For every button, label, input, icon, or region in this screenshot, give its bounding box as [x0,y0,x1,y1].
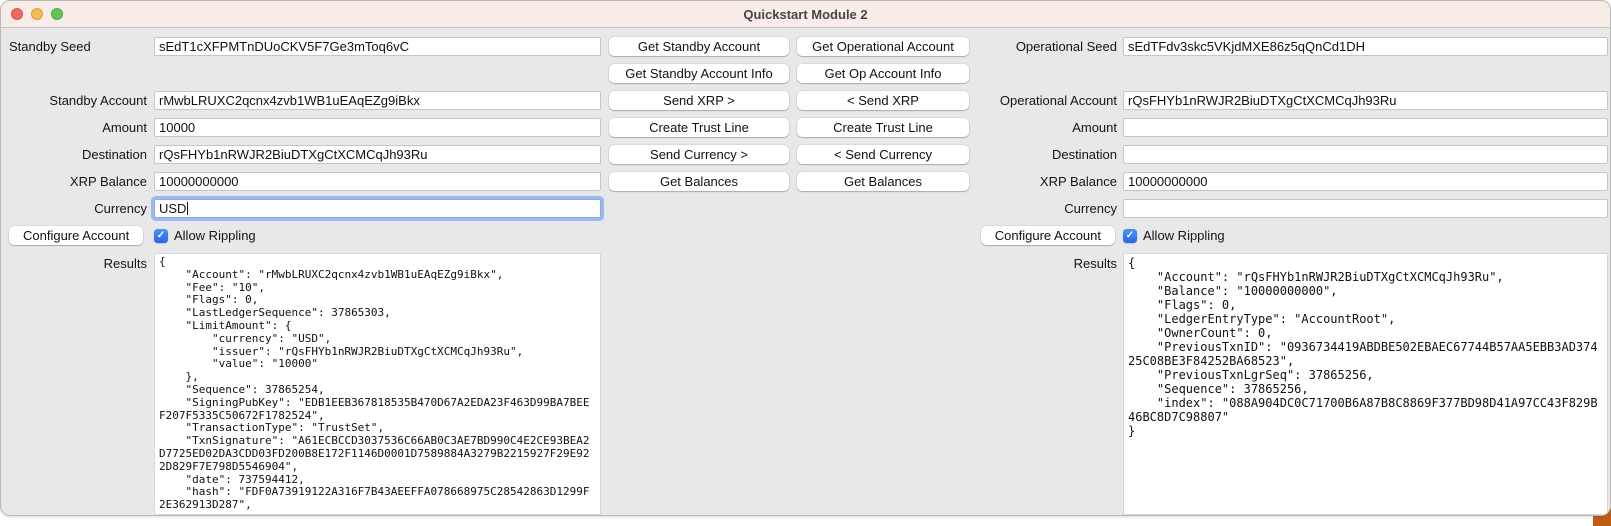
close-icon[interactable] [11,8,23,20]
standby-amount-label: Amount [7,118,147,137]
row-results: Results { "Account": "rMwbLRUXC2qcnx4zvb… [1,253,1610,515]
standby-amount-input[interactable] [154,118,601,137]
standby-results-label: Results [7,253,147,273]
operational-currency-input[interactable] [1123,199,1608,218]
standby-account-input[interactable] [154,91,601,110]
row-xrp-balance: XRP Balance Get Balances Get Balances XR… [1,172,1610,191]
operational-destination-label: Destination [969,145,1117,164]
operational-configure-account-button[interactable]: Configure Account [981,226,1115,245]
operational-currency-label: Currency [969,199,1117,218]
standby-account-label: Standby Account [7,91,147,110]
operational-amount-input[interactable] [1123,118,1608,137]
row-account: Standby Account Send XRP > < Send XRP Op… [1,91,1610,110]
minimize-icon[interactable] [31,8,43,20]
create-trust-line-operational-button[interactable]: Create Trust Line [797,118,969,137]
row-configure: Configure Account ✓ Allow Rippling Confi… [1,226,1610,245]
operational-allow-rippling-label: Allow Rippling [1143,228,1225,243]
operational-xrp-balance-label: XRP Balance [969,172,1117,191]
operational-destination-input[interactable] [1123,145,1608,164]
send-currency-left-button[interactable]: < Send Currency [797,145,969,164]
standby-seed-label: Standby Seed [7,37,147,56]
standby-allow-rippling-label: Allow Rippling [174,228,256,243]
standby-destination-label: Destination [7,145,147,164]
get-standby-account-info-button[interactable]: Get Standby Account Info [609,64,789,83]
titlebar: Quickstart Module 2 [1,1,1610,28]
send-xrp-left-button[interactable]: < Send XRP [797,91,969,110]
get-balances-operational-button[interactable]: Get Balances [797,172,969,191]
standby-seed-input[interactable] [154,37,601,56]
standby-xrp-balance-label: XRP Balance [7,172,147,191]
standby-currency-label: Currency [7,199,147,218]
operational-seed-label: Operational Seed [969,37,1117,56]
text-cursor [187,202,188,215]
create-trust-line-standby-button[interactable]: Create Trust Line [609,118,789,137]
check-icon: ✓ [1126,231,1134,241]
standby-destination-input[interactable] [154,145,601,164]
operational-allow-rippling-checkbox[interactable]: ✓ [1123,229,1137,243]
standby-xrp-balance-input[interactable] [154,172,601,191]
operational-seed-input[interactable] [1123,37,1608,56]
window-title: Quickstart Module 2 [743,7,867,22]
get-op-account-info-button[interactable]: Get Op Account Info [797,64,969,83]
send-currency-right-button[interactable]: Send Currency > [609,145,789,164]
standby-configure-account-button[interactable]: Configure Account [9,226,143,245]
get-balances-standby-button[interactable]: Get Balances [609,172,789,191]
send-xrp-right-button[interactable]: Send XRP > [609,91,789,110]
operational-results-textarea[interactable]: { "Account": "rQsFHYb1nRWJR2BiuDTXgCtXCM… [1123,253,1608,515]
standby-allow-rippling-checkbox[interactable]: ✓ [154,229,168,243]
standby-currency-input[interactable] [154,199,601,218]
operational-xrp-balance-input[interactable] [1123,172,1608,191]
operational-account-input[interactable] [1123,91,1608,110]
get-operational-account-button[interactable]: Get Operational Account [797,37,969,56]
quickstart-window: Quickstart Module 2 Standby Seed Get Sta… [0,0,1611,516]
row-account-info: Get Standby Account Info Get Op Account … [1,64,1610,83]
main-content: Standby Seed Get Standby Account Get Ope… [1,28,1610,515]
check-icon: ✓ [157,231,165,241]
row-destination: Destination Send Currency > < Send Curre… [1,145,1610,164]
zoom-icon[interactable] [51,8,63,20]
row-currency: Currency Currency [1,199,1610,218]
operational-account-label: Operational Account [969,91,1117,110]
get-standby-account-button[interactable]: Get Standby Account [609,37,789,56]
row-amount: Amount Create Trust Line Create Trust Li… [1,118,1610,137]
operational-results-label: Results [969,253,1117,273]
standby-results-textarea[interactable]: { "Account": "rMwbLRUXC2qcnx4zvb1WB1uEAq… [154,253,601,515]
operational-amount-label: Amount [969,118,1117,137]
row-seed: Standby Seed Get Standby Account Get Ope… [1,37,1610,56]
traffic-lights [11,8,63,20]
